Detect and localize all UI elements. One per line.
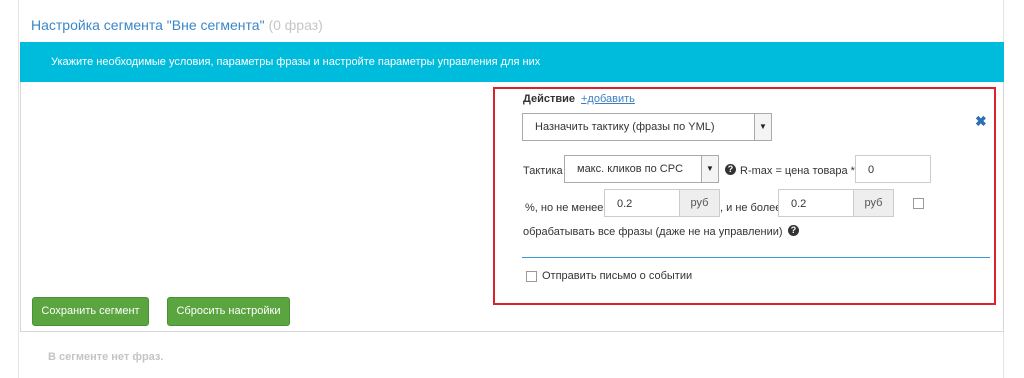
max-input[interactable]: 0.2 руб [778, 189, 894, 217]
info-banner: Укажите необходимые условия, параметры ф… [20, 42, 1004, 82]
phrase-count: (0 фраз) [268, 17, 323, 33]
max-value: 0.2 [791, 198, 807, 210]
rmax-label: R-max = цена товара * [740, 165, 855, 177]
chevron-down-icon[interactable]: ▼ [701, 156, 718, 182]
max-unit: руб [853, 190, 893, 216]
tactic-select[interactable]: макс. кликов по CPC ▼ [564, 155, 719, 183]
save-segment-button[interactable]: Сохранить сегмент [32, 297, 149, 326]
panel-title: Настройка сегмента "Вне сегмента" (0 фра… [31, 17, 323, 33]
help-icon[interactable]: ? [788, 225, 799, 236]
notify-checkbox[interactable] [526, 271, 537, 282]
rmax-value: 0 [868, 164, 875, 176]
notify-label: Отправить письмо о событии [542, 270, 693, 282]
min-label: %, но не менее [525, 202, 604, 214]
min-input[interactable]: 0.2 руб [604, 189, 720, 217]
all-phrases-label: обрабатывать все фразы (даже не на управ… [523, 226, 783, 238]
rmax-input[interactable]: 0 [855, 155, 931, 183]
action-title: Действие [523, 93, 575, 105]
reset-settings-button[interactable]: Сбросить настройки [167, 297, 290, 326]
tactic-select-value: макс. кликов по CPC [577, 163, 684, 175]
banner-text: Укажите необходимые условия, параметры ф… [51, 56, 541, 68]
divider [522, 257, 990, 258]
chevron-down-icon[interactable]: ▼ [754, 114, 771, 140]
panel-title-text: Настройка сегмента "Вне сегмента" [31, 17, 265, 33]
action-select[interactable]: Назначить тактику (фразы по YML) ▼ [522, 113, 772, 141]
tactic-label: Тактика [523, 165, 563, 177]
close-icon[interactable]: ✖ [975, 113, 987, 130]
help-icon[interactable]: ? [725, 164, 736, 175]
max-label: , и не более [720, 202, 782, 214]
action-select-value: Назначить тактику (фразы по YML) [535, 121, 715, 133]
min-value: 0.2 [617, 198, 633, 210]
min-unit: руб [679, 190, 719, 216]
empty-segment-note: В сегменте нет фраз. [48, 351, 164, 363]
add-action-link[interactable]: +добавить [581, 93, 635, 105]
all-phrases-checkbox[interactable] [913, 198, 924, 209]
